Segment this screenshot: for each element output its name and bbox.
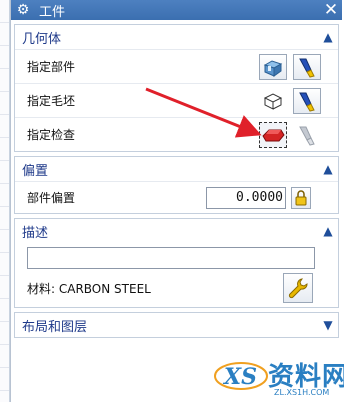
offset-section: 偏置 ▲ 部件偏置 0.0000 [14,156,339,214]
description-section: 描述 ▲ 材料: CARBON STEEL [14,218,339,308]
specify-blank-label: 指定毛坯 [27,94,76,108]
offset-section-header[interactable]: 偏置 ▲ [15,157,338,181]
geometry-section: 几何体 ▲ 指定部件 指定毛坯 指定检查 [14,24,339,152]
layout-header-label: 布局和图层 [22,319,88,335]
close-icon[interactable]: ✕ [320,0,342,20]
specify-check-row: 指定检查 [15,117,338,151]
part-offset-row: 部件偏置 0.0000 [15,181,338,213]
workpiece-dialog: ⚙ 工件 ✕ 几何体 ▲ 指定部件 指定毛坯 指定检查 偏置 ▲ 部件偏置 0.… [10,0,342,402]
chevron-up-icon[interactable]: ▲ [318,162,338,176]
select-blank-button[interactable] [259,88,287,114]
material-row: 材料: CARBON STEEL [15,269,338,307]
layout-layer-section-header[interactable]: 布局和图层 ▼ [15,313,338,337]
flashlight-disabled-icon [299,126,315,146]
specify-part-label: 指定部件 [27,60,76,74]
part-geometry-icon [263,59,283,77]
show-check-button[interactable] [293,122,321,148]
offset-header-label: 偏置 [22,163,49,179]
dialog-title: 工件 [39,4,66,20]
check-geometry-icon [262,129,285,141]
description-header-label: 描述 [22,225,49,241]
title-bar: ⚙ 工件 ✕ [11,0,342,20]
material-label: 材料: CARBON STEEL [27,281,151,296]
wrench-icon [288,278,308,299]
description-input[interactable] [27,247,315,269]
flashlight-icon [299,92,315,112]
lock-button[interactable] [291,186,311,209]
part-offset-label: 部件偏置 [27,191,76,205]
select-part-button[interactable] [259,53,287,80]
watermark-url: ZL.XS1H.COM [274,388,330,397]
lock-icon [295,189,307,205]
specify-part-row: 指定部件 [15,49,338,83]
specify-check-label: 指定检查 [27,128,76,142]
chevron-up-icon[interactable]: ▲ [318,30,338,44]
watermark-logo: XS 资料网 ZL.XS1H.COM [212,352,344,402]
assign-material-button[interactable] [283,273,313,303]
flashlight-icon [299,58,315,78]
show-blank-button[interactable] [293,87,321,114]
select-check-button[interactable] [259,121,287,148]
layout-layer-section: 布局和图层 ▼ [14,312,339,338]
blank-cube-icon [263,92,283,110]
geometry-header-label: 几何体 [22,31,62,47]
part-offset-input[interactable]: 0.0000 [206,186,286,209]
watermark-logo-text: XS [222,364,257,390]
gear-icon[interactable]: ⚙ [15,2,31,18]
chevron-down-icon[interactable]: ▼ [318,318,338,332]
watermark-emblem: XS [214,362,268,390]
background-panel-strip [0,0,10,402]
specify-blank-row: 指定毛坯 [15,83,338,117]
show-part-button[interactable] [293,53,321,80]
description-section-header[interactable]: 描述 ▲ [15,219,338,243]
geometry-section-header[interactable]: 几何体 ▲ [15,25,338,49]
chevron-up-icon[interactable]: ▲ [318,224,338,238]
